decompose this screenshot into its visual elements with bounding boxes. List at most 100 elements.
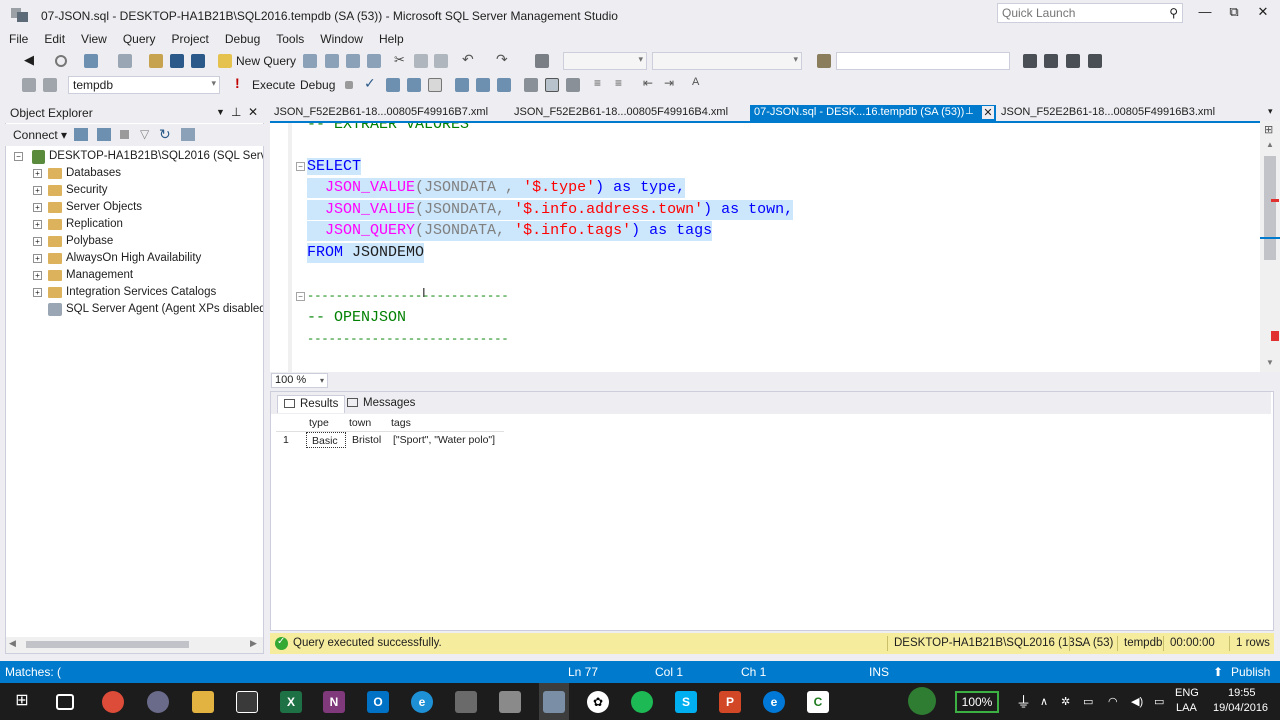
scroll-thumb[interactable] bbox=[1264, 156, 1276, 260]
tools-app-icon[interactable] bbox=[499, 691, 521, 713]
zoom-combo[interactable]: 100 % ▾ bbox=[271, 373, 328, 388]
filter-icon[interactable]: ▽ bbox=[140, 127, 149, 141]
connect-object-icon[interactable] bbox=[74, 128, 88, 141]
column-header-town[interactable]: town bbox=[349, 415, 371, 431]
cut-icon[interactable]: ✂ bbox=[394, 52, 408, 67]
tab-messages[interactable]: Messages bbox=[341, 395, 421, 413]
results-to-grid-icon[interactable] bbox=[545, 78, 559, 92]
tree-item-server-objects[interactable]: + Server Objects bbox=[33, 200, 263, 217]
find-combo[interactable] bbox=[836, 52, 1010, 70]
app-icon[interactable] bbox=[147, 691, 169, 713]
scroll-left-icon[interactable]: ◀ bbox=[9, 638, 16, 649]
open-file-icon[interactable] bbox=[149, 54, 163, 68]
connect-button[interactable]: Connect ▾ bbox=[13, 128, 67, 142]
cell-tags[interactable]: ["Sport", "Water polo"] bbox=[393, 432, 495, 448]
clock-time[interactable]: 19:55 bbox=[1228, 687, 1256, 699]
live-stats-icon[interactable] bbox=[497, 78, 511, 92]
search-icon[interactable]: ⚲ bbox=[1169, 6, 1178, 20]
cell-type[interactable]: Basic bbox=[306, 432, 346, 448]
stop-icon[interactable] bbox=[120, 130, 129, 139]
undo-icon[interactable]: ↶ bbox=[462, 51, 476, 67]
estimated-plan-icon[interactable] bbox=[386, 78, 400, 92]
expand-icon[interactable]: + bbox=[33, 169, 42, 178]
windows-start-icon[interactable]: ⊞ bbox=[11, 691, 33, 713]
expand-icon[interactable]: + bbox=[33, 220, 42, 229]
forward-icon[interactable] bbox=[55, 55, 67, 67]
paste-icon[interactable] bbox=[434, 54, 448, 68]
query-options-icon[interactable] bbox=[428, 78, 442, 92]
menu-tools[interactable]: Tools bbox=[267, 30, 311, 46]
query-designer-icon[interactable] bbox=[407, 78, 421, 92]
sql-config-icon[interactable] bbox=[455, 691, 477, 713]
battery-indicator[interactable]: 100% bbox=[955, 691, 999, 713]
analysis-query-icon[interactable] bbox=[325, 54, 339, 68]
file-explorer-icon[interactable] bbox=[192, 691, 214, 713]
find-in-files-icon[interactable] bbox=[817, 54, 831, 68]
include-plan-icon[interactable] bbox=[476, 78, 490, 92]
tree-item-sql-agent[interactable]: SQL Server Agent (Agent XPs disabled) bbox=[33, 302, 263, 319]
tab-json-b4[interactable]: JSON_F52E2B61-18...00805F49916B4.xml bbox=[510, 105, 732, 121]
editor-vertical-scrollbar[interactable]: ⊞ ▲ ▼ bbox=[1260, 121, 1280, 372]
pin-icon[interactable]: ⊥ bbox=[965, 106, 974, 117]
tree-item-management[interactable]: + Management bbox=[33, 268, 263, 285]
menu-query[interactable]: Query bbox=[114, 30, 163, 46]
add-item-icon[interactable] bbox=[118, 54, 132, 68]
chrome-icon[interactable] bbox=[102, 691, 124, 713]
mdx-query-icon[interactable] bbox=[346, 54, 360, 68]
menu-debug[interactable]: Debug bbox=[216, 30, 267, 46]
ssms-icon[interactable] bbox=[543, 691, 565, 713]
tree-item-polybase[interactable]: + Polybase bbox=[33, 234, 263, 251]
tree-item-alwayson[interactable]: + AlwaysOn High Availability bbox=[33, 251, 263, 268]
power-plug-icon[interactable]: ⏚ bbox=[1016, 691, 1031, 712]
scroll-down-icon[interactable]: ▼ bbox=[1266, 358, 1274, 367]
column-header-type[interactable]: type bbox=[309, 415, 329, 431]
chevron-up-icon[interactable]: ∧ bbox=[1040, 695, 1048, 708]
minimize-button[interactable]: — bbox=[1192, 4, 1218, 22]
tab-json-b7[interactable]: JSON_F52E2B61-18...00805F49916B7.xml bbox=[270, 105, 492, 121]
tree-item-integration-services[interactable]: + Integration Services Catalogs bbox=[33, 285, 263, 302]
dmx-query-icon[interactable] bbox=[367, 54, 381, 68]
expand-icon[interactable]: + bbox=[33, 271, 42, 280]
clock-date[interactable]: 19/04/2016 bbox=[1213, 702, 1268, 714]
menu-edit[interactable]: Edit bbox=[35, 30, 72, 46]
keyboard-icon[interactable]: ▭ bbox=[1083, 695, 1093, 708]
execute-button[interactable]: Execute bbox=[252, 78, 295, 92]
tools-icon[interactable] bbox=[1044, 54, 1058, 68]
publish-icon[interactable]: ⬆ bbox=[1213, 665, 1223, 679]
split-icon[interactable]: ⊞ bbox=[1264, 123, 1273, 136]
volume-icon[interactable]: ◀) bbox=[1131, 695, 1143, 708]
expand-icon[interactable]: + bbox=[33, 288, 42, 297]
solution-config-combo[interactable]: ▾ bbox=[563, 52, 647, 70]
quick-launch-box[interactable]: ⚲ bbox=[997, 3, 1183, 23]
task-view-icon[interactable] bbox=[56, 694, 74, 710]
publish-button[interactable]: Publish bbox=[1231, 665, 1270, 679]
tree-item-security[interactable]: + Security bbox=[33, 183, 263, 200]
row-number[interactable]: 1 bbox=[283, 432, 289, 448]
onenote-icon[interactable]: N bbox=[323, 691, 345, 713]
new-query-icon[interactable] bbox=[218, 54, 232, 68]
copy-icon[interactable] bbox=[414, 54, 428, 68]
menu-help[interactable]: Help bbox=[370, 30, 411, 46]
cancel-query-icon[interactable] bbox=[345, 81, 353, 89]
specify-values-icon[interactable]: A bbox=[692, 76, 706, 90]
expand-icon[interactable]: + bbox=[33, 237, 42, 246]
intellisense-icon[interactable] bbox=[455, 78, 469, 92]
tab-json-b3[interactable]: JSON_F52E2B61-18...00805F49916B3.xml bbox=[997, 105, 1219, 121]
language-primary[interactable]: ENG bbox=[1175, 687, 1199, 699]
outline-collapse-icon[interactable]: − bbox=[296, 162, 305, 171]
maximize-button[interactable]: ⧉ bbox=[1221, 4, 1247, 22]
save-icon[interactable] bbox=[170, 54, 184, 68]
outlook-icon[interactable]: O bbox=[367, 691, 389, 713]
save-all-icon[interactable] bbox=[191, 54, 205, 68]
tree-server-node[interactable]: − DESKTOP-HA1B21B\SQL2016 (SQL Server 1 bbox=[14, 149, 263, 166]
close-icon[interactable]: ✕ bbox=[248, 105, 258, 119]
refresh-icon[interactable]: ↻ bbox=[159, 126, 171, 143]
tab-overflow-icon[interactable]: ▾ bbox=[1264, 105, 1277, 121]
excel-icon[interactable]: X bbox=[280, 691, 302, 713]
tab-07-json-sql[interactable]: 07-JSON.sql - DESK...16.tempdb (SA (53))… bbox=[750, 105, 996, 121]
close-tab-icon[interactable]: ✕ bbox=[982, 106, 994, 119]
outdent-icon[interactable]: ⇤ bbox=[643, 76, 657, 90]
scroll-thumb[interactable] bbox=[26, 641, 189, 648]
edge-icon[interactable]: e bbox=[763, 691, 785, 713]
menu-project[interactable]: Project bbox=[163, 30, 216, 46]
